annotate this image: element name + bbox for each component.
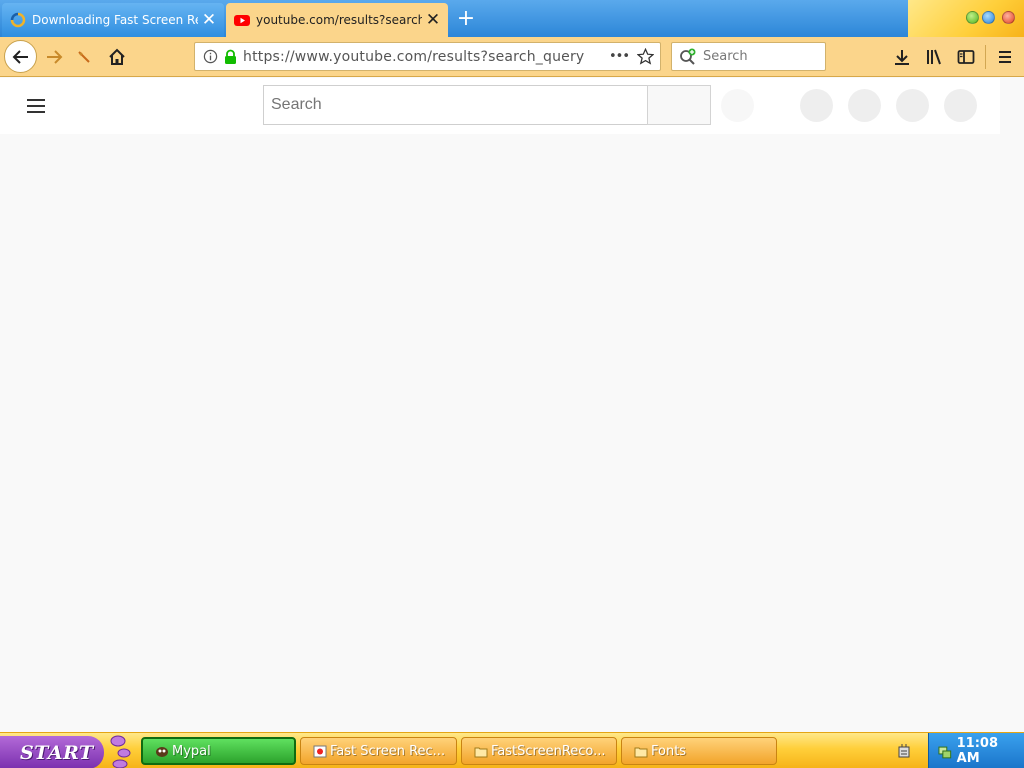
youtube-masthead	[0, 78, 1000, 134]
notifications-button-placeholder[interactable]	[896, 89, 929, 122]
task-label: FastScreenReco...	[491, 743, 606, 759]
address-bar[interactable]: https://www.youtube.com/results?search_q…	[194, 42, 661, 71]
taskbar-item-fonts[interactable]: Fonts	[621, 737, 777, 765]
tabstrip-decoration	[908, 0, 1024, 37]
new-tab-button[interactable]: +	[454, 6, 478, 32]
search-placeholder: Search	[703, 49, 748, 64]
tab-downloading[interactable]: Downloading Fast Screen Re ✕	[2, 3, 224, 37]
youtube-search-button[interactable]	[647, 85, 711, 125]
bookmark-star-icon[interactable]	[637, 48, 654, 65]
task-label: Fast Screen Rec...	[330, 743, 446, 759]
close-icon	[78, 51, 90, 63]
info-icon[interactable]	[203, 49, 218, 64]
arrow-left-icon	[12, 49, 28, 64]
close-tab-icon[interactable]: ✕	[422, 10, 444, 30]
downloads-button[interactable]	[887, 42, 917, 72]
voice-search-placeholder[interactable]	[721, 89, 754, 122]
youtube-search-input[interactable]	[263, 85, 648, 125]
folder-icon	[474, 747, 488, 757]
folder-icon	[634, 747, 648, 757]
search-engine-icon	[680, 48, 696, 65]
download-icon	[895, 50, 909, 65]
sidebar-button[interactable]	[951, 42, 981, 72]
mypal-browser-icon	[156, 746, 168, 757]
loading-spinner-icon	[10, 12, 26, 28]
url-text[interactable]: https://www.youtube.com/results?search_q…	[237, 49, 605, 65]
stop-button[interactable]	[69, 42, 99, 72]
arrow-right-icon	[47, 50, 63, 64]
close-tab-icon[interactable]: ✕	[198, 10, 220, 30]
taskbar-item-fast-screen-recorder[interactable]: Fast Screen Rec...	[300, 737, 457, 765]
safely-remove-hardware-icon[interactable]	[897, 743, 911, 759]
create-button-placeholder[interactable]	[800, 89, 833, 122]
page-content	[0, 78, 1024, 732]
avatar[interactable]	[944, 89, 977, 122]
network-icon[interactable]	[937, 743, 953, 759]
library-button[interactable]	[919, 42, 949, 72]
library-icon	[927, 49, 941, 65]
close-window-button[interactable]	[1002, 11, 1015, 24]
apps-button-placeholder[interactable]	[848, 89, 881, 122]
lock-icon[interactable]	[224, 49, 237, 64]
hamburger-menu-icon	[999, 51, 1011, 63]
start-button[interactable]: START	[0, 736, 104, 768]
taskbar: START Mypal Fast Screen Rec... FastScree…	[0, 732, 1024, 768]
back-button[interactable]	[4, 40, 37, 73]
sidebar-icon	[957, 50, 975, 64]
menu-button[interactable]	[990, 42, 1020, 72]
system-tray: 11:08 AM	[928, 733, 1024, 768]
maximize-button[interactable]	[982, 11, 995, 24]
taskbar-item-mypal[interactable]: Mypal	[141, 737, 296, 765]
task-label: Mypal	[172, 743, 211, 759]
forward-button[interactable]	[39, 42, 69, 72]
home-icon	[109, 48, 125, 65]
tab-label: youtube.com/results?search	[256, 13, 422, 27]
tab-youtube-results[interactable]: youtube.com/results?search ✕	[226, 3, 448, 37]
browser-search-box[interactable]: Search	[671, 42, 826, 71]
navigation-toolbar: https://www.youtube.com/results?search_q…	[0, 37, 1024, 77]
tab-label: Downloading Fast Screen Re	[32, 13, 198, 27]
taskbar-item-fastscreenrecorder-folder[interactable]: FastScreenReco...	[461, 737, 617, 765]
tab-strip: Downloading Fast Screen Re ✕ youtube.com…	[0, 0, 1024, 37]
home-button[interactable]	[102, 42, 132, 72]
task-label: Fonts	[651, 743, 687, 759]
youtube-icon	[234, 15, 250, 26]
clock[interactable]: 11:08 AM	[957, 736, 1024, 766]
minimize-button[interactable]	[966, 11, 979, 24]
page-actions-menu-icon[interactable]: •••	[605, 49, 633, 64]
start-decoration-icon	[110, 735, 131, 768]
recorder-app-icon	[313, 745, 327, 757]
guide-menu-icon[interactable]	[24, 96, 48, 116]
toolbar-separator	[985, 45, 986, 69]
